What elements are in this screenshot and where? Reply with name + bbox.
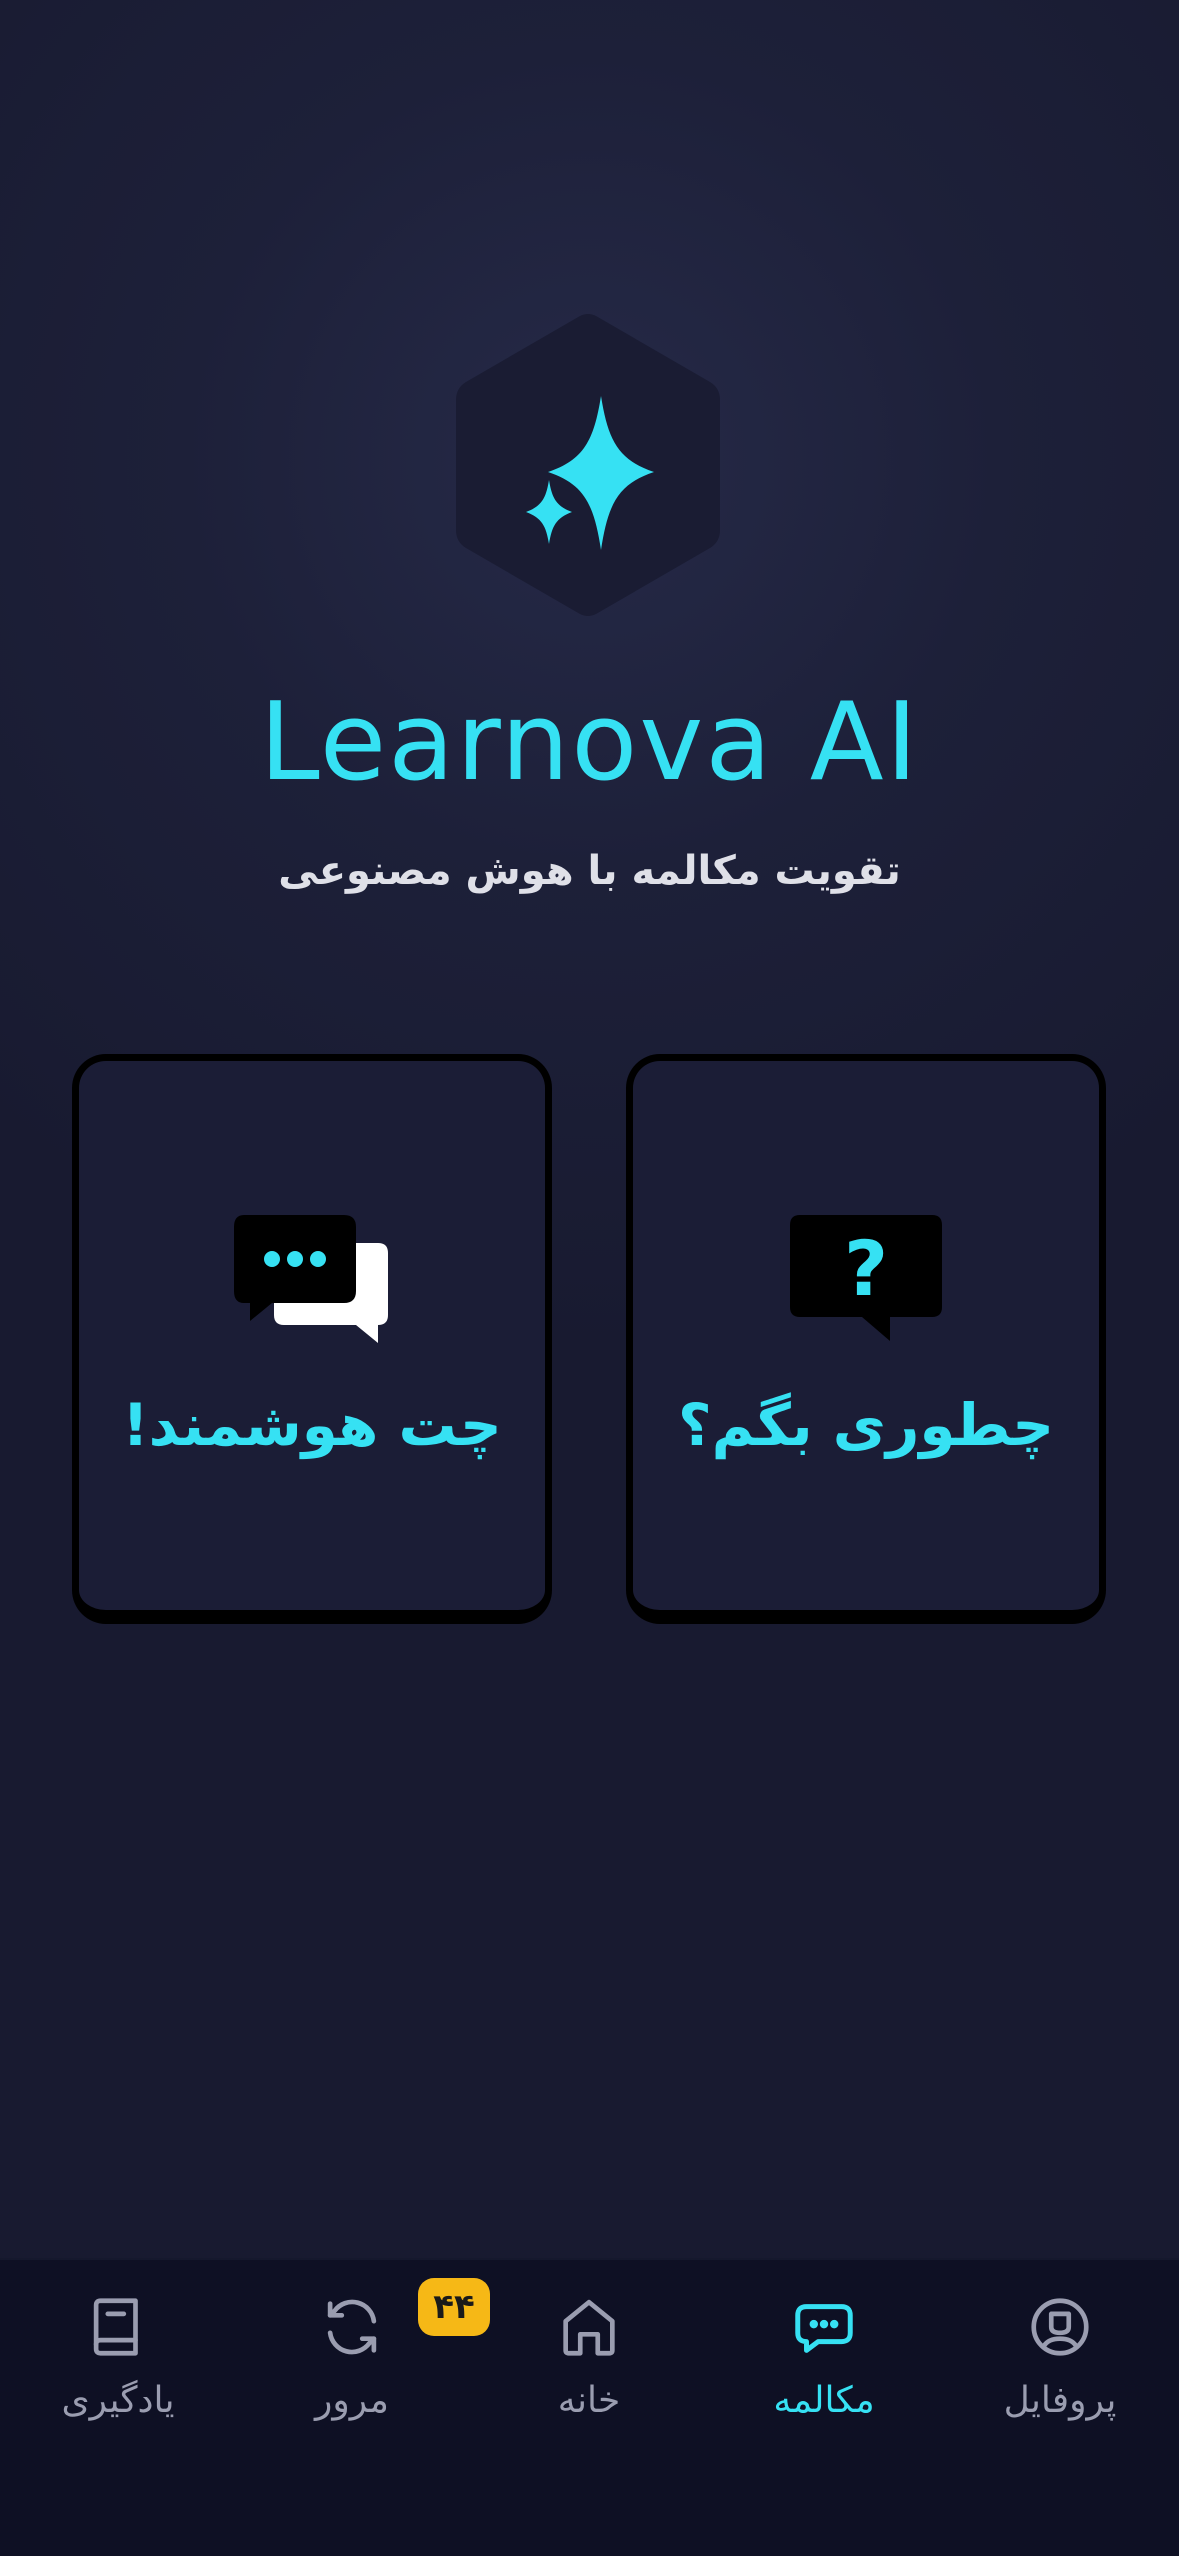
nav-label-home: خانه [557, 2380, 621, 2421]
how-to-say-card[interactable]: ? چطوری بگم؟ [626, 1054, 1106, 1624]
review-count-badge: ۴۴ [418, 2278, 490, 2336]
nav-item-profile[interactable]: پروفایل [960, 2292, 1160, 2442]
nav-label-learning: یادگیری [61, 2380, 175, 2421]
how-to-say-label: چطوری بگم؟ [677, 1391, 1055, 1459]
nav-item-learning[interactable]: یادگیری [18, 2292, 218, 2442]
app-title: Learnova AI [259, 680, 920, 805]
nav-item-home[interactable]: خانه [489, 2292, 689, 2442]
nav-label-review: مرور [315, 2380, 389, 2421]
svg-text:?: ? [844, 1224, 888, 1313]
app-subtitle: تقویت مکالمه با هوش مصنوعی [278, 848, 901, 894]
book-icon [93, 2298, 138, 2356]
refresh-icon [327, 2299, 377, 2355]
app-screen: Learnova AI تقویت مکالمه با هوش مصنوعی ?… [0, 0, 1179, 2556]
smart-chat-label: چت هوشمند! [122, 1391, 502, 1459]
nav-item-conversation[interactable]: مکالمه [724, 2292, 924, 2442]
profile-icon [1031, 2298, 1089, 2356]
question-bubble-icon: ? [633, 1211, 1099, 1351]
smart-chat-card[interactable]: چت هوشمند! [72, 1054, 552, 1624]
home-icon [563, 2299, 615, 2356]
nav-label-conversation: مکالمه [773, 2380, 875, 2421]
sparkle-icon [456, 314, 720, 616]
chat-bubbles-icon [79, 1211, 545, 1351]
bottom-nav: یادگیری مرور خانه مکالمه پروفایل [0, 2258, 1179, 2556]
chat-icon [795, 2304, 853, 2353]
app-logo [446, 310, 730, 620]
nav-label-profile: پروفایل [1003, 2380, 1117, 2421]
